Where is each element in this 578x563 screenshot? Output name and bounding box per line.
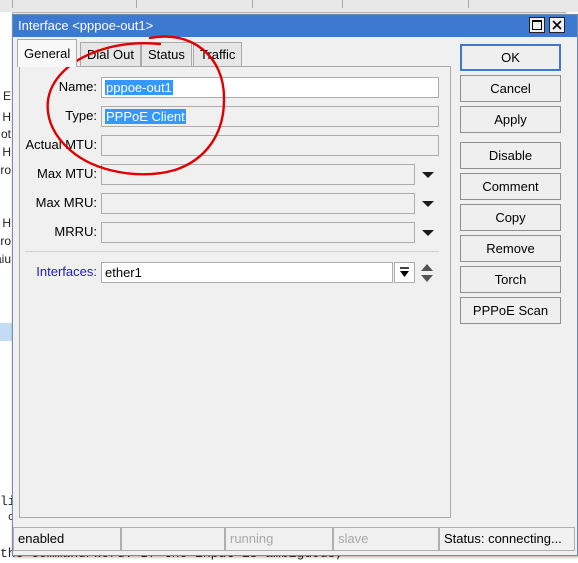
max-mtu-field[interactable] [101, 164, 415, 185]
background-cell-fragment: n H [0, 110, 11, 124]
cancel-button[interactable]: Cancel [460, 75, 561, 102]
status-slave: slave [333, 527, 439, 551]
background-cell-fragment: ot [0, 127, 11, 141]
background-selected-row [0, 323, 12, 341]
background-cell-fragment: E [2, 89, 11, 103]
interfaces-select[interactable]: ether1 [101, 262, 393, 283]
ok-button[interactable]: OK [460, 44, 561, 71]
status-bar: enabled running slave Status: connecting… [13, 527, 577, 553]
actual-mtu-label: Actual MTU: [25, 137, 97, 152]
remove-button[interactable]: Remove [460, 235, 561, 262]
status-enabled: enabled [13, 527, 121, 551]
background-toolbar-segment [12, 0, 137, 8]
close-button[interactable] [549, 17, 565, 33]
tab-general[interactable]: General [17, 39, 78, 67]
background-toolbar-segment [342, 0, 469, 8]
background-toolbar [0, 0, 578, 13]
dropdown-arrow-icon [400, 267, 409, 277]
interfaces-dropdown-button[interactable] [394, 262, 415, 283]
tab-status[interactable]: Status [141, 42, 192, 66]
mrru-label: MRRU: [54, 224, 97, 239]
background-cell-fragment: kro [0, 234, 11, 248]
type-field: PPPoE Client [101, 106, 439, 127]
type-label: Type: [65, 108, 97, 123]
type-value: PPPoE Client [105, 109, 186, 124]
name-value: pppoe-out1 [105, 80, 173, 95]
torch-button[interactable]: Torch [460, 266, 561, 293]
max-mru-field[interactable] [101, 193, 415, 214]
form-divider [25, 251, 439, 252]
background-cell-fragment: n H [0, 145, 11, 159]
tab-dial-out[interactable]: Dial Out [80, 42, 141, 66]
max-mtu-label: Max MTU: [37, 166, 97, 181]
max-mtu-dropdown-icon[interactable] [422, 172, 434, 178]
background-cell-fragment: n H [0, 216, 11, 230]
pppoe-scan-button[interactable]: PPPoE Scan [460, 297, 561, 324]
background-toolbar-segment [252, 0, 343, 8]
mrru-dropdown-icon[interactable] [422, 230, 434, 236]
status-running: running [225, 527, 333, 551]
close-icon [552, 20, 562, 30]
dialog-title: Interface <pppoe-out1> [18, 18, 154, 33]
mrru-field[interactable] [101, 222, 415, 243]
comment-button[interactable]: Comment [460, 173, 561, 200]
name-field[interactable]: pppoe-out1 [101, 77, 439, 98]
background-cell-fragment: aiu [0, 252, 11, 266]
disable-button[interactable]: Disable [460, 142, 561, 169]
background-toolbar-segment [136, 0, 253, 8]
background-cell-fragment: kro [0, 163, 11, 177]
max-mru-dropdown-icon[interactable] [422, 201, 434, 207]
add-remove-interface-arrows-icon[interactable] [420, 262, 434, 284]
status-connection: Status: connecting... [439, 527, 575, 551]
maximize-button[interactable] [529, 17, 545, 33]
maximize-icon [532, 20, 542, 30]
copy-button[interactable]: Copy [460, 204, 561, 231]
actual-mtu-field [101, 135, 439, 156]
interface-dialog: Interface <pppoe-out1> General Dial Out … [12, 14, 578, 556]
status-empty [121, 527, 225, 551]
apply-button[interactable]: Apply [460, 106, 561, 133]
tab-traffic[interactable]: Traffic [193, 42, 243, 66]
general-tab-panel [19, 66, 451, 518]
dialog-titlebar[interactable]: Interface <pppoe-out1> [13, 15, 577, 37]
interfaces-label: Interfaces: [36, 264, 97, 279]
name-label: Name: [58, 79, 97, 94]
max-mru-label: Max MRU: [35, 195, 97, 210]
